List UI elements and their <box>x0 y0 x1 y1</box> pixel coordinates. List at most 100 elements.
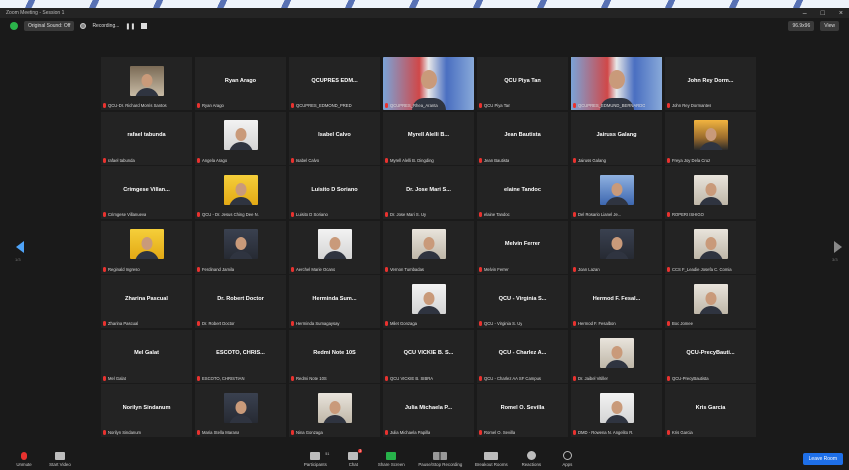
participant-label: Aerchel Marie Ocano <box>291 266 378 272</box>
participant-tile[interactable]: Myrell Alelli B... Myrell Alelli B. Dingd… <box>383 111 474 165</box>
chat-button[interactable]: 2 Chat <box>335 449 371 467</box>
participant-tile[interactable]: Jean Bautista Jean Bautista <box>477 111 568 165</box>
participant-display-name: Boc Jomee <box>672 321 693 326</box>
participant-tile[interactable]: CCS F_Leadie Josefa C. Comia <box>665 220 756 274</box>
participant-label: Hermod F. Fesalbon <box>573 321 660 326</box>
participant-body <box>228 196 253 205</box>
minimize-icon[interactable]: – <box>803 10 807 17</box>
reactions-button[interactable]: Reactions <box>513 451 549 467</box>
muted-mic-icon <box>103 266 106 272</box>
participant-tile[interactable]: Isabel Calvo Isabel Calvo <box>289 111 380 165</box>
share-screen-icon <box>386 452 397 460</box>
participant-label: QCUPRES_Rhea_Aranta <box>385 103 472 108</box>
participant-tile[interactable]: Norilyn Sindanum Norilyn Sindanum <box>101 384 192 437</box>
participant-tile[interactable]: Freya Joy Dela Cruz <box>665 111 756 165</box>
unmute-button[interactable]: Unmute <box>6 452 42 467</box>
maximize-icon[interactable]: □ <box>821 10 825 17</box>
participant-tile[interactable]: QCU - Dr. Jesus Ching Dee N. <box>195 166 286 219</box>
view-button[interactable]: View <box>820 21 839 31</box>
participant-tile[interactable]: Reginald Ingreso <box>101 220 192 274</box>
participants-button[interactable]: 51 Participants <box>295 452 335 467</box>
participant-tile[interactable]: QCUPRES EDM... QCUPRES_EDMOND_PRED <box>289 57 380 110</box>
participant-tile[interactable]: Dr. Jose Mari S... Dr. Jose Mari S. Uy <box>383 166 474 219</box>
participant-tile[interactable]: Julia Michaela P... Julia Michaela Papill… <box>383 384 474 437</box>
participant-tile[interactable]: Dr. Robert Doctor Dr. Robert Doctor <box>195 275 286 328</box>
participant-tile[interactable]: John Rey Dorm... John Rey Dormantes <box>665 57 756 110</box>
participant-tile[interactable]: Herminda Sum... Herminda Sumagaysay <box>289 275 380 328</box>
apps-button[interactable]: Apps <box>549 451 585 467</box>
participant-tile[interactable]: QCUPRES_EDMUND_BERNARDO <box>571 57 662 110</box>
share-screen-button[interactable]: Share Screen <box>371 452 411 467</box>
participant-tile[interactable]: Joan Lazan <box>571 220 662 274</box>
participant-tile[interactable]: QCUPRES_Rhea_Aranta <box>383 57 474 110</box>
muted-mic-icon <box>573 430 576 435</box>
participant-tile[interactable]: QCU-PrecyBauti... QCU-PrecyBautista <box>665 329 756 383</box>
original-sound-button[interactable]: Original Sound: Off <box>24 21 75 31</box>
participant-tile[interactable]: Ferdinand Jamila <box>195 220 286 274</box>
close-icon[interactable]: × <box>839 10 843 17</box>
muted-mic-icon <box>667 157 670 163</box>
participant-tile[interactable]: Redmi Note 10S Redmi Note 10S <box>289 329 380 383</box>
next-page-arrow-icon[interactable] <box>834 241 842 253</box>
participant-label: Dr. Robert Doctor <box>197 321 284 326</box>
participant-tile[interactable]: ROPERI ISHIGO <box>665 166 756 219</box>
participant-tile[interactable]: QCU Piya Tan QCU Piya Tan <box>477 57 568 110</box>
participant-tile[interactable]: QCU VICKIE B. S... QCU VICKIE B. SIBRA <box>383 329 474 383</box>
participant-tile[interactable]: Maria Stella Marana <box>195 384 286 437</box>
participant-label: Norilyn Sindanum <box>103 430 190 435</box>
participant-tile[interactable]: Del Rosario Lianel Je... <box>571 166 662 219</box>
leave-room-button[interactable]: Leave Room <box>802 453 844 465</box>
start-video-button[interactable]: Start Video <box>42 452 78 467</box>
participant-body <box>604 360 629 368</box>
participant-body <box>134 87 159 96</box>
participant-video <box>223 120 258 150</box>
participant-label: Nina Gonzaga <box>291 430 378 435</box>
participant-tile[interactable]: Dr. Jaibel Vitiller <box>571 329 662 383</box>
participant-tile[interactable]: Kris Garcia Kris Garcia <box>665 384 756 437</box>
participant-tile[interactable]: ESCOTO, CHRIS... ESCOTO, CHRISTIAN <box>195 329 286 383</box>
muted-mic-icon <box>667 375 670 381</box>
muted-mic-icon <box>103 157 106 163</box>
muted-mic-icon <box>103 103 106 108</box>
participant-display-name: Jean Bautista <box>484 157 510 163</box>
zoom-level[interactable]: 96.9x96 <box>788 21 815 31</box>
participant-tile[interactable]: Romel O. Sevilla Romel O. Sevilla <box>477 384 568 437</box>
participant-tile[interactable]: Angela Arago <box>195 111 286 165</box>
muted-mic-icon <box>479 375 482 381</box>
participant-tile[interactable]: QCU-Dr. Richard Morris Santos <box>101 57 192 110</box>
participant-video <box>411 283 446 314</box>
participant-tile[interactable]: elaine Tandoc elaine Tandoc <box>477 166 568 219</box>
participant-tile[interactable]: Luisito D Soriano Luisito D Soriano <box>289 166 380 219</box>
previous-page-arrow-icon[interactable] <box>16 241 24 253</box>
participant-tile[interactable]: rafael tabunda rafael tabunda <box>101 111 192 165</box>
participant-tile[interactable]: Mel Galat Mel Galat <box>101 329 192 383</box>
participant-tile[interactable]: Crimgese Villan... Crimgese Villanueva <box>101 166 192 219</box>
participant-tile[interactable]: Vernon Tumbadas <box>383 220 474 274</box>
shield-icon[interactable] <box>10 22 18 30</box>
muted-mic-icon <box>103 321 106 326</box>
muted-mic-icon <box>667 321 670 326</box>
participant-tile[interactable]: QCU - Charlez A... QCU - Charlez AA SF Ca… <box>477 329 568 383</box>
breakout-rooms-button[interactable]: Breakout Rooms <box>469 452 513 467</box>
muted-mic-icon <box>197 321 200 326</box>
participant-tile[interactable]: QCU - Virginia S... QCU - Virginia S. Uy <box>477 275 568 328</box>
participant-video <box>693 283 728 314</box>
pause-icon[interactable]: ❚❚ <box>125 23 135 30</box>
participant-display-name: Freya Joy Dela Cruz <box>672 157 711 163</box>
participant-tile[interactable]: Jairuss Galang Jairuss Galang <box>571 111 662 165</box>
participant-label: Herminda Sumagaysay <box>291 321 378 326</box>
pause-stop-recording-button[interactable]: Pause/Stop Recording <box>411 452 469 467</box>
participant-tile[interactable]: Milet Gonzaga <box>383 275 474 328</box>
participant-tile[interactable]: Boc Jomee <box>665 275 756 328</box>
participant-display-name: rafael tabunda <box>108 157 135 163</box>
participant-body <box>228 414 253 423</box>
participant-tile[interactable]: Hermod F. Fesal... Hermod F. Fesalbon <box>571 275 662 328</box>
participant-tile[interactable]: DMD - Rowena N. Angelito R. <box>571 384 662 437</box>
participant-tile[interactable]: Ryan Arago Ryan Arago <box>195 57 286 110</box>
stop-icon[interactable] <box>141 23 148 29</box>
muted-mic-icon <box>291 212 294 217</box>
participant-tile[interactable]: Melvin Ferrer Melvin Ferrer <box>477 220 568 274</box>
participant-tile[interactable]: Aerchel Marie Ocano <box>289 220 380 274</box>
participant-tile[interactable]: Nina Gonzaga <box>289 384 380 437</box>
participant-tile[interactable]: Zharina Pascual Zharina Pascual <box>101 275 192 328</box>
